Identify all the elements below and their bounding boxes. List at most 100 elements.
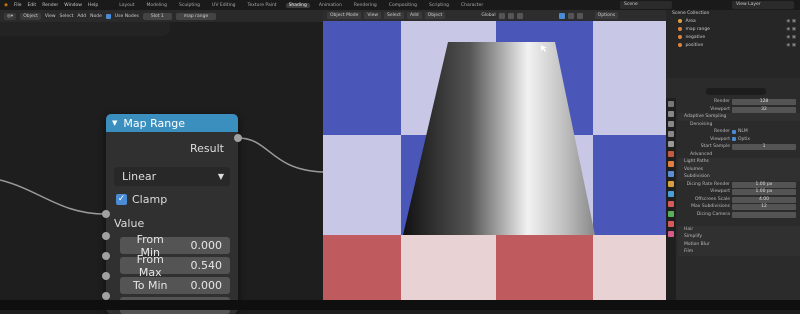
property-value[interactable]: NLM: [738, 128, 748, 136]
to-max-socket[interactable]: [102, 292, 110, 300]
tool-tab-icon[interactable]: [668, 101, 674, 107]
property-row[interactable]: Volumes: [678, 165, 800, 173]
property-row[interactable]: Advanced: [678, 151, 800, 159]
panel-section-header[interactable]: Hair: [684, 226, 693, 234]
view-layer-tab-icon[interactable]: [668, 131, 674, 137]
property-row[interactable]: Subdivision: [678, 173, 800, 181]
property-value-field[interactable]: 128: [732, 99, 796, 105]
checkbox-icon[interactable]: [732, 137, 736, 141]
proportional-edit-icon[interactable]: [516, 12, 523, 19]
property-value-field[interactable]: 1.00 px: [732, 181, 796, 188]
viewport-menu-object[interactable]: Object: [424, 12, 446, 19]
data-tab-icon[interactable]: [668, 211, 674, 217]
panel-section-header[interactable]: Subdivision: [684, 173, 710, 181]
property-row[interactable]: Offscreen Scale 4.00: [678, 196, 800, 204]
world-tab-icon[interactable]: [668, 151, 674, 157]
map-range-node[interactable]: ▼ Map Range Result Linear ▼ ✓ Clamp Valu…: [106, 114, 238, 314]
blender-logo-icon[interactable]: ◉: [4, 3, 8, 8]
from-max-socket[interactable]: [102, 252, 110, 260]
visibility-eye-icon[interactable]: ◉ ▣: [786, 34, 796, 42]
menu-render[interactable]: Render: [42, 3, 58, 8]
property-value-field[interactable]: 12: [732, 204, 796, 210]
visibility-eye-icon[interactable]: ◉ ▣: [786, 26, 796, 34]
texture-tab-icon[interactable]: [668, 231, 674, 237]
node-editor[interactable]: ◎▾ Object View Select Add Node Use Nodes…: [0, 10, 323, 314]
property-row[interactable]: Simplify: [678, 233, 800, 241]
outliner-item[interactable]: positive ◉ ▣: [666, 42, 800, 50]
shading-rendered-icon[interactable]: [576, 12, 583, 19]
panel-subsection-header[interactable]: Denoising: [690, 121, 712, 129]
checkbox-checked-icon[interactable]: ✓: [116, 194, 127, 205]
from-min-field[interactable]: From Min 0.000: [120, 233, 230, 259]
panel-section-header[interactable]: Light Paths: [684, 158, 709, 166]
outliner-item[interactable]: map range ◉ ▣: [666, 26, 800, 34]
tab-animation[interactable]: Animation: [316, 3, 345, 8]
output-tab-icon[interactable]: [668, 121, 674, 127]
property-row[interactable]: Dicing Camera: [678, 211, 800, 219]
properties-search-input[interactable]: [706, 88, 766, 95]
property-value-field[interactable]: 4.00: [732, 196, 796, 203]
property-row[interactable]: Dicing Rate Render 1.00 px: [678, 181, 800, 189]
property-value[interactable]: Optix: [738, 136, 750, 144]
property-value-field[interactable]: 1: [732, 144, 796, 150]
menu-edit[interactable]: Edit: [27, 3, 36, 8]
tab-character[interactable]: Character: [458, 3, 486, 8]
modifier-tab-icon[interactable]: [668, 171, 674, 177]
panel-section-header[interactable]: Simplify: [684, 233, 702, 241]
tab-modeling[interactable]: Modeling: [144, 3, 170, 8]
visibility-eye-icon[interactable]: ◉ ▣: [786, 42, 796, 50]
particles-tab-icon[interactable]: [668, 181, 674, 187]
property-row[interactable]: Hair: [678, 225, 800, 234]
snap-icon[interactable]: [507, 12, 514, 19]
property-row[interactable]: Denoising: [678, 121, 800, 129]
tab-shading[interactable]: Shading: [285, 2, 310, 8]
menu-help[interactable]: Help: [88, 3, 98, 8]
to-min-field[interactable]: To Min 0.000: [120, 277, 230, 294]
panel-section-header[interactable]: Adaptive Sampling: [684, 113, 726, 121]
tab-rendering[interactable]: Rendering: [351, 3, 380, 8]
tab-layout[interactable]: Layout: [116, 3, 137, 8]
property-value-field[interactable]: 32: [732, 106, 796, 113]
property-row[interactable]: Film: [678, 248, 800, 256]
property-row[interactable]: Start Sample 1: [678, 143, 800, 151]
property-row[interactable]: Render NLM: [678, 128, 800, 136]
outliner-item[interactable]: negative ◉ ▣: [666, 34, 800, 42]
property-row[interactable]: Motion Blur: [678, 240, 800, 249]
property-row[interactable]: Max Subdivisions 12: [678, 203, 800, 211]
clamp-toggle[interactable]: ✓ Clamp: [116, 193, 167, 206]
scene-tab-icon[interactable]: [668, 141, 674, 147]
from-min-socket[interactable]: [102, 232, 110, 240]
viewport-menu-add[interactable]: Add: [406, 12, 422, 19]
property-row[interactable]: Viewport Optix: [678, 136, 800, 144]
tab-sculpting[interactable]: Sculpting: [176, 3, 203, 8]
orientation-dropdown[interactable]: Global: [481, 13, 495, 18]
outliner-scene-collection[interactable]: Scene Collection: [666, 10, 800, 18]
panel-subsection-header[interactable]: Advanced: [690, 151, 712, 159]
render-tab-icon[interactable]: [668, 111, 674, 117]
property-row[interactable]: Adaptive Sampling: [678, 113, 800, 121]
tab-compositing[interactable]: Compositing: [386, 3, 420, 8]
node-header[interactable]: ▼ Map Range: [106, 114, 238, 132]
shading-material-icon[interactable]: [567, 12, 574, 19]
viewport-menu-view[interactable]: View: [364, 12, 382, 19]
collapse-triangle-icon[interactable]: ▼: [112, 119, 117, 127]
menu-window[interactable]: Window: [64, 3, 82, 8]
view-layer-selector[interactable]: View Layer: [732, 1, 794, 9]
tab-texture-paint[interactable]: Texture Paint: [245, 3, 280, 8]
3d-viewport[interactable]: Object Mode View Select Add Object Globa…: [323, 10, 666, 300]
pivot-icon[interactable]: [498, 12, 505, 19]
viewport-menu-select[interactable]: Select: [384, 12, 404, 19]
visibility-eye-icon[interactable]: ◉ ▣: [786, 18, 796, 26]
panel-section-header[interactable]: Motion Blur: [684, 241, 710, 249]
result-output-socket[interactable]: [234, 134, 242, 142]
shading-solid-icon[interactable]: [558, 12, 565, 19]
property-row[interactable]: Viewport 1.00 px: [678, 188, 800, 196]
tab-scripting[interactable]: Scripting: [426, 3, 452, 8]
tab-uv-editing[interactable]: UV Editing: [209, 3, 238, 8]
viewport-options-button[interactable]: Options: [594, 12, 619, 19]
interpolation-dropdown[interactable]: Linear ▼: [114, 167, 230, 186]
object-mode-dropdown[interactable]: Object Mode: [327, 12, 362, 19]
value-input-socket[interactable]: [102, 210, 110, 218]
property-row[interactable]: Render 128: [678, 98, 800, 106]
property-row[interactable]: Viewport 32: [678, 106, 800, 114]
